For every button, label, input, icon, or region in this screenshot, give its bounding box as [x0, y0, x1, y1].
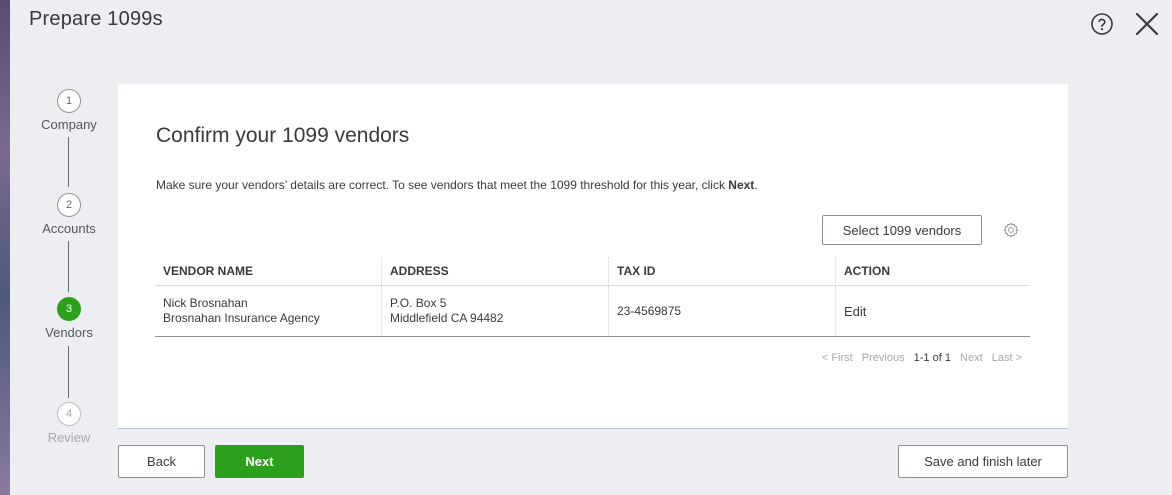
- vendors-card: Confirm your 1099 vendors Make sure your…: [118, 84, 1068, 429]
- close-icon[interactable]: [1132, 9, 1162, 39]
- vendor-name-cell: Nick Brosnahan Brosnahan Insurance Agenc…: [155, 285, 382, 337]
- step-number: 2: [57, 193, 81, 217]
- step-connector: [68, 346, 69, 398]
- address-line: Middlefield CA 94482: [390, 311, 504, 325]
- description-next-emphasis: Next: [728, 178, 755, 192]
- step-review: 4 Review: [30, 402, 108, 445]
- table-row: Nick Brosnahan Brosnahan Insurance Agenc…: [155, 285, 1030, 337]
- page-title: Prepare 1099s: [29, 8, 163, 30]
- step-label: Review: [47, 430, 91, 445]
- pager-next: Next: [960, 352, 983, 364]
- save-and-finish-later-button[interactable]: Save and finish later: [898, 445, 1068, 478]
- step-connector: [68, 241, 69, 292]
- step-company[interactable]: 1 Company: [30, 89, 108, 132]
- step-number: 4: [57, 402, 81, 426]
- edit-vendor-link[interactable]: Edit: [844, 304, 866, 319]
- next-button[interactable]: Next: [215, 445, 304, 478]
- pager-first: < First: [821, 352, 853, 364]
- action-cell: Edit: [835, 285, 1030, 337]
- card-heading: Confirm your 1099 vendors: [156, 124, 410, 147]
- tax-id-cell: 23-4569875: [608, 285, 836, 337]
- column-header[interactable]: ADDRESS: [381, 257, 609, 286]
- pager-previous: Previous: [861, 352, 905, 364]
- pager-range: 1-1 of 1: [913, 352, 951, 364]
- vendors-table: VENDOR NAME ADDRESS TAX ID ACTION Nick B…: [155, 257, 1030, 337]
- gear-icon[interactable]: [1002, 221, 1020, 239]
- step-label: Accounts: [42, 221, 96, 236]
- table-header-row: VENDOR NAME ADDRESS TAX ID ACTION: [155, 257, 1030, 286]
- column-header: ACTION: [835, 257, 1030, 286]
- step-number: 3: [57, 297, 81, 321]
- vendor-name: Nick Brosnahan: [163, 296, 248, 310]
- help-circle-icon[interactable]: [1090, 12, 1114, 36]
- description-text: Make sure your vendors’ details are corr…: [156, 178, 729, 192]
- step-number: 1: [57, 89, 81, 113]
- window-edge: [0, 0, 10, 495]
- step-label: Company: [41, 117, 97, 132]
- step-connector: [68, 137, 69, 187]
- description-end: .: [754, 178, 758, 192]
- vendor-company: Brosnahan Insurance Agency: [163, 311, 320, 325]
- column-header[interactable]: VENDOR NAME: [155, 257, 382, 286]
- card-description: Make sure your vendors’ details are corr…: [156, 178, 758, 192]
- step-label: Vendors: [45, 325, 93, 340]
- step-accounts[interactable]: 2 Accounts: [30, 193, 108, 236]
- step-vendors[interactable]: 3 Vendors: [30, 297, 108, 340]
- pager-last: Last >: [991, 352, 1022, 364]
- address-cell: P.O. Box 5 Middlefield CA 94482: [381, 285, 609, 337]
- column-header[interactable]: TAX ID: [608, 257, 836, 286]
- address-line: P.O. Box 5: [390, 296, 447, 310]
- back-button[interactable]: Back: [118, 445, 205, 478]
- pagination: < First Previous 1-1 of 1 Next Last >: [816, 352, 1022, 364]
- select-1099-vendors-button[interactable]: Select 1099 vendors: [822, 215, 982, 245]
